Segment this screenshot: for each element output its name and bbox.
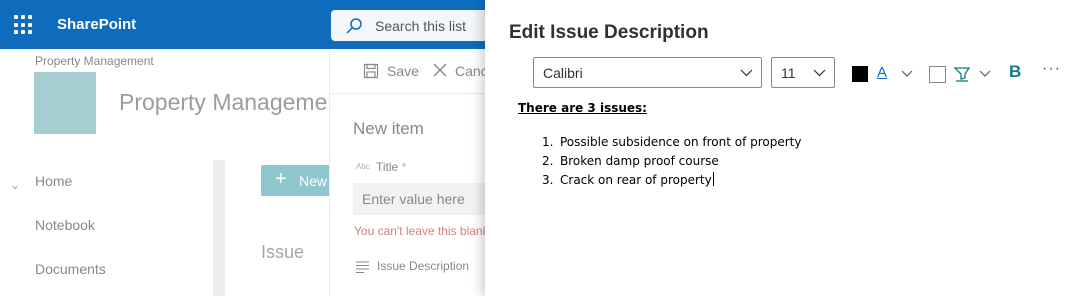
- search-icon: [346, 18, 362, 34]
- description-label: Issue Description: [377, 259, 470, 273]
- new-button-label: New: [299, 173, 328, 189]
- chevron-down-icon[interactable]: [979, 70, 991, 78]
- cancel-button[interactable]: Cancel: [433, 63, 499, 80]
- list-item: 2. Broken damp proof course: [542, 153, 719, 168]
- rich-text-editor-panel: Edit Issue Description Calibri 11 A B ··…: [485, 0, 1079, 296]
- title-input[interactable]: [353, 183, 485, 215]
- nav-item-documents[interactable]: Documents: [35, 261, 106, 277]
- close-icon: [433, 63, 447, 77]
- font-size-value: 11: [781, 65, 796, 81]
- search-placeholder: Search this list: [375, 18, 467, 34]
- highlighter-icon[interactable]: [953, 64, 971, 82]
- site-logo[interactable]: [34, 72, 96, 134]
- column-header-issue[interactable]: Issue: [261, 242, 304, 263]
- title-error: You can't leave this blank.: [354, 224, 492, 238]
- issue-list: 1. Possible subsidence on front of proper…: [542, 135, 862, 191]
- chevron-down-icon: [813, 69, 826, 77]
- font-family-dropdown[interactable]: Calibri: [533, 57, 762, 88]
- required-mark: *: [401, 160, 407, 174]
- chevron-down-icon[interactable]: ⌄: [10, 178, 20, 192]
- highlight-color-swatch[interactable]: [929, 66, 946, 83]
- list-item: 3. Crack on rear of property: [542, 172, 714, 187]
- save-label: Save: [387, 63, 419, 79]
- breadcrumb[interactable]: Property Management: [35, 54, 154, 68]
- editor-title: Edit Issue Description: [509, 22, 709, 43]
- font-family-value: Calibri: [543, 65, 583, 81]
- nav-scrollbar[interactable]: [213, 160, 225, 296]
- site-title[interactable]: Property Management: [119, 89, 347, 116]
- save-icon: [363, 63, 379, 79]
- font-size-dropdown[interactable]: 11: [771, 57, 835, 88]
- form-heading: New item: [353, 119, 424, 138]
- text-color-swatch[interactable]: [852, 66, 868, 82]
- editor-content[interactable]: There are 3 issues: 1. Possible subsidenc…: [518, 101, 801, 187]
- text-cursor: [712, 172, 714, 186]
- form-command-bar: Save Cancel: [329, 49, 499, 94]
- chevron-down-icon: [740, 69, 753, 77]
- plus-icon: +: [275, 168, 287, 190]
- app-brand[interactable]: SharePoint: [57, 16, 136, 33]
- list-item: 1. Possible subsidence on front of proper…: [542, 135, 802, 149]
- bold-button[interactable]: B: [1009, 62, 1021, 82]
- content-heading: There are 3 issues:: [518, 101, 647, 115]
- nav-item-notebook[interactable]: Notebook: [35, 217, 95, 233]
- font-color-button[interactable]: A: [877, 64, 887, 81]
- multiline-text-icon: [356, 261, 369, 273]
- app-launcher-icon[interactable]: [14, 15, 34, 35]
- text-field-icon: Abc: [356, 162, 370, 171]
- search-box[interactable]: Search this list: [331, 10, 491, 41]
- more-options-button[interactable]: ···: [1042, 60, 1061, 78]
- nav-item-home[interactable]: Home: [35, 173, 72, 189]
- title-label: Title: [376, 160, 399, 174]
- chevron-down-icon[interactable]: [901, 70, 913, 78]
